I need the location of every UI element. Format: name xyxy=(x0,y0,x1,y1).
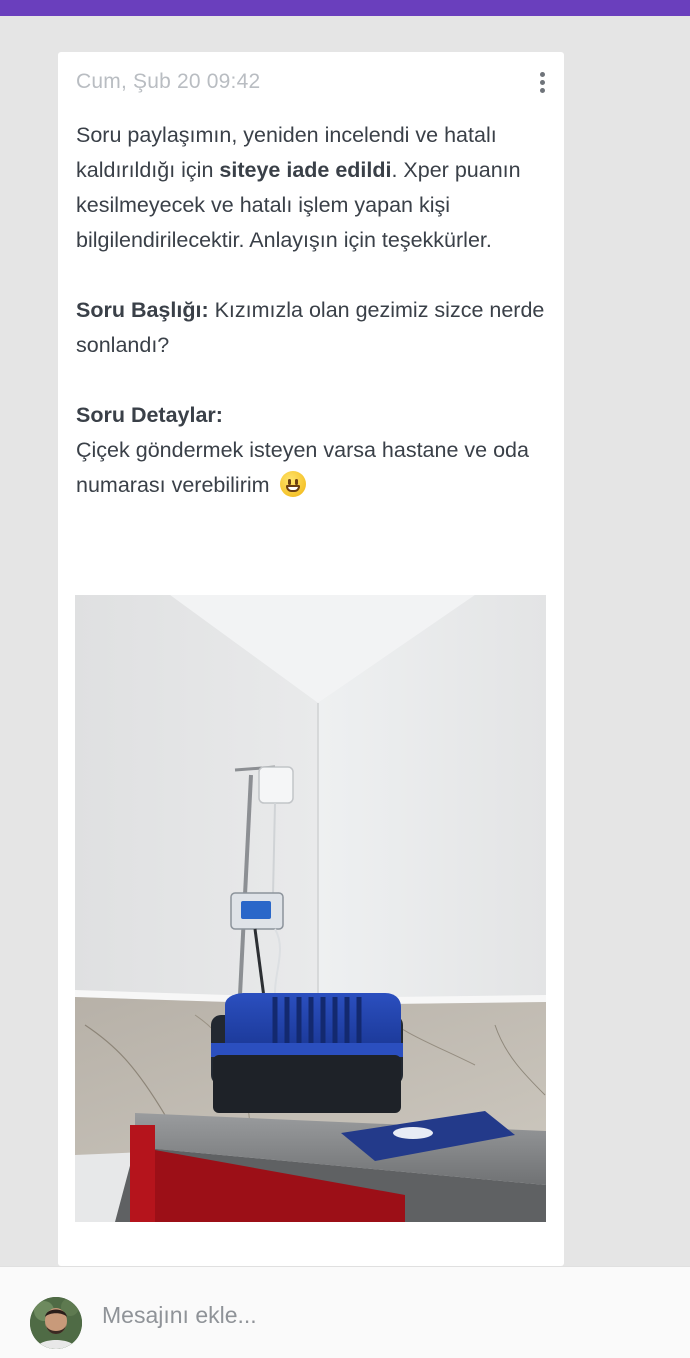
message-timestamp: Cum, Şub 20 09:42 xyxy=(76,70,261,93)
notice-bold-text: siteye iade edildi xyxy=(219,158,392,182)
message-body: Soru paylaşımın, yeniden incelendi ve ha… xyxy=(76,118,552,503)
question-title-label: Soru Başlığı: xyxy=(76,298,209,322)
question-details-label: Soru Detaylar: xyxy=(76,403,223,427)
more-vertical-icon[interactable] xyxy=(532,68,552,96)
question-details-value-line: Çiçek göndermek isteyen varsa hastane ve… xyxy=(76,438,529,497)
moderation-notice: Soru paylaşımın, yeniden incelendi ve ha… xyxy=(76,118,552,258)
photo-attachment[interactable] xyxy=(75,595,546,1222)
question-details: Soru Detaylar: Çiçek göndermek isteyen v… xyxy=(76,398,552,503)
message-card: Cum, Şub 20 09:42 Soru paylaşımın, yenid… xyxy=(58,52,564,1266)
question-title: Soru Başlığı: Kızımızla olan gezimiz siz… xyxy=(76,293,552,363)
message-composer xyxy=(0,1266,690,1358)
grinning-face-emoji xyxy=(279,471,306,497)
message-input[interactable] xyxy=(102,1295,662,1335)
top-accent-bar xyxy=(0,0,690,16)
user-avatar[interactable] xyxy=(30,1297,82,1349)
